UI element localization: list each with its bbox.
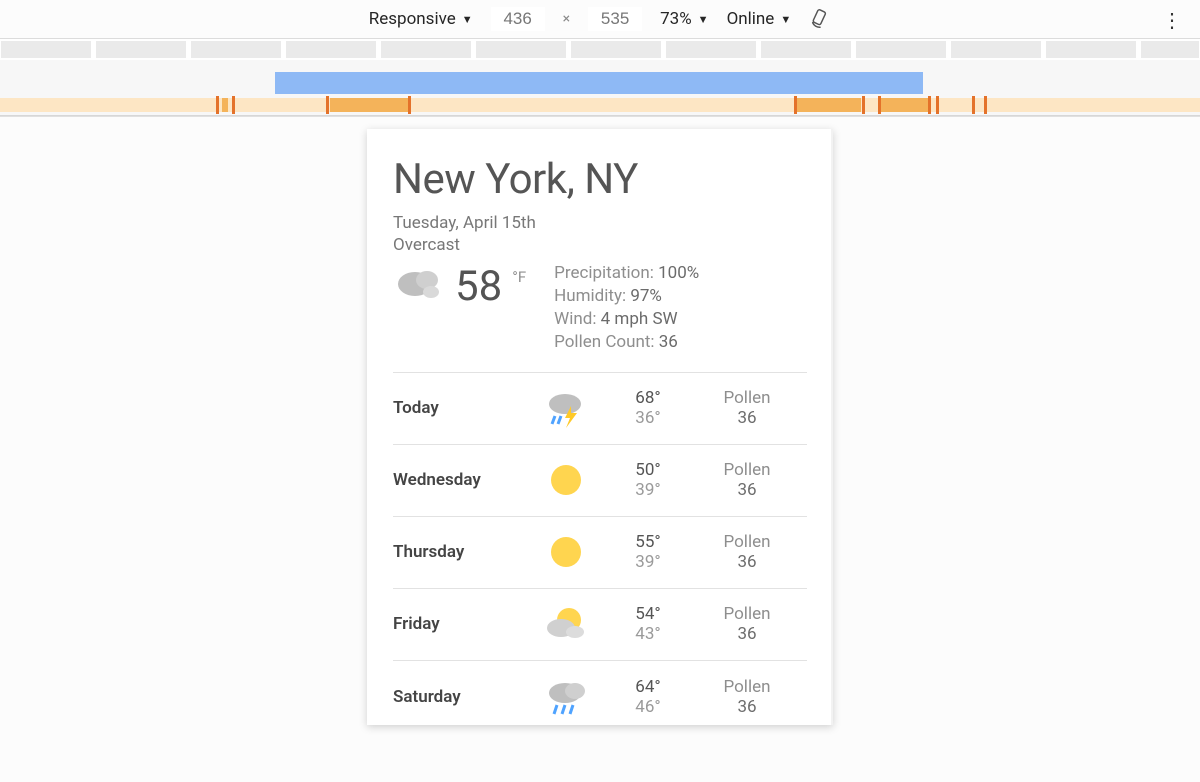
forecast-low: 36° <box>609 408 687 428</box>
location-title: New York, NY <box>393 155 807 204</box>
viewport-height-input[interactable] <box>588 7 642 31</box>
dimension-separator: × <box>563 11 570 27</box>
forecast-pollen: Pollen36 <box>687 388 807 428</box>
forecast-sun-icon <box>523 532 609 572</box>
forecast-day: Saturday <box>393 687 523 707</box>
forecast-day: Today <box>393 398 523 418</box>
wind-label: Wind: <box>554 309 596 329</box>
forecast-temps: 50°39° <box>609 460 687 500</box>
forecast-pollen: Pollen36 <box>687 677 807 717</box>
pollen-label: Pollen Count: <box>554 332 654 352</box>
temp-block: 58 °F <box>393 262 526 354</box>
forecast-high: 54° <box>609 604 687 624</box>
dropdown-icon: ▼ <box>462 13 473 26</box>
zoom-label: 73% <box>660 9 692 29</box>
wind-value: 4 mph SW <box>601 309 678 329</box>
throttle-label: Online <box>727 9 775 29</box>
forecast-sun-icon <box>523 460 609 500</box>
device-viewport-area: New York, NY Tuesday, April 15th Overcas… <box>0 116 1200 782</box>
forecast-low: 43° <box>609 624 687 644</box>
timeline-strip[interactable] <box>0 60 1200 116</box>
forecast-low: 39° <box>609 480 687 500</box>
forecast-temps: 54°43° <box>609 604 687 644</box>
forecast-high: 64° <box>609 677 687 697</box>
forecast-high: 68° <box>609 388 687 408</box>
forecast-day: Friday <box>393 614 523 634</box>
pollen-value: 36 <box>659 332 678 352</box>
humidity-label: Humidity: <box>554 286 626 306</box>
device-select-label: Responsive <box>369 9 456 29</box>
details-block: Precipitation: 100% Humidity: 97% Wind: … <box>554 262 699 354</box>
precip-value: 100% <box>658 263 699 283</box>
zoom-select[interactable]: 73% ▼ <box>660 9 708 29</box>
dropdown-icon: ▼ <box>698 13 709 26</box>
device-select[interactable]: Responsive ▼ <box>369 9 473 29</box>
weather-card: New York, NY Tuesday, April 15th Overcas… <box>367 129 833 725</box>
subheading: Tuesday, April 15th Overcast <box>393 212 807 256</box>
humidity-value: 97% <box>630 286 662 306</box>
precip-label: Precipitation: <box>554 263 654 283</box>
forecast-list: Today68°36°Pollen36Wednesday50°39°Pollen… <box>393 372 807 725</box>
forecast-high: 50° <box>609 460 687 480</box>
forecast-pollen: Pollen36 <box>687 460 807 500</box>
forecast-storm-icon <box>523 388 609 428</box>
forecast-row[interactable]: Wednesday 50°39°Pollen36 <box>393 445 807 517</box>
timeline-lane <box>0 98 1200 112</box>
forecast-row[interactable]: Saturday 64°46°Pollen36 <box>393 661 807 725</box>
forecast-partly-icon <box>523 604 609 644</box>
viewport-width-input[interactable] <box>491 7 545 31</box>
overcast-icon <box>393 262 445 304</box>
devtools-toolbar: Responsive ▼ × 73% ▼ Online ▼ ⋮ <box>0 0 1200 38</box>
forecast-temps: 68°36° <box>609 388 687 428</box>
date-text: Tuesday, April 15th <box>393 213 536 233</box>
forecast-day: Thursday <box>393 542 523 562</box>
dropdown-icon: ▼ <box>780 13 791 26</box>
forecast-row[interactable]: Friday 54°43°Pollen36 <box>393 589 807 661</box>
forecast-high: 55° <box>609 532 687 552</box>
condition-text: Overcast <box>393 235 460 255</box>
forecast-pollen: Pollen36 <box>687 604 807 644</box>
forecast-rain-icon <box>523 677 609 717</box>
current-conditions-row: 58 °F Precipitation: 100% Humidity: 97% … <box>393 262 807 354</box>
forecast-pollen: Pollen36 <box>687 532 807 572</box>
timeline-selection[interactable] <box>275 72 923 94</box>
throttle-select[interactable]: Online ▼ <box>727 9 792 29</box>
forecast-temps: 55°39° <box>609 532 687 572</box>
forecast-row[interactable]: Thursday 55°39°Pollen36 <box>393 517 807 589</box>
forecast-day: Wednesday <box>393 470 523 490</box>
forecast-temps: 64°46° <box>609 677 687 717</box>
temperature-value: 58 <box>455 262 502 311</box>
more-options-button[interactable]: ⋮ <box>1162 8 1182 32</box>
forecast-low: 46° <box>609 697 687 717</box>
emulated-screen[interactable]: New York, NY Tuesday, April 15th Overcas… <box>367 129 833 725</box>
temperature-unit: °F <box>512 268 526 286</box>
forecast-row[interactable]: Today 68°36°Pollen36 <box>393 373 807 445</box>
forecast-low: 39° <box>609 552 687 572</box>
ruler-strip[interactable] <box>0 38 1200 60</box>
rotate-button[interactable] <box>809 8 831 30</box>
